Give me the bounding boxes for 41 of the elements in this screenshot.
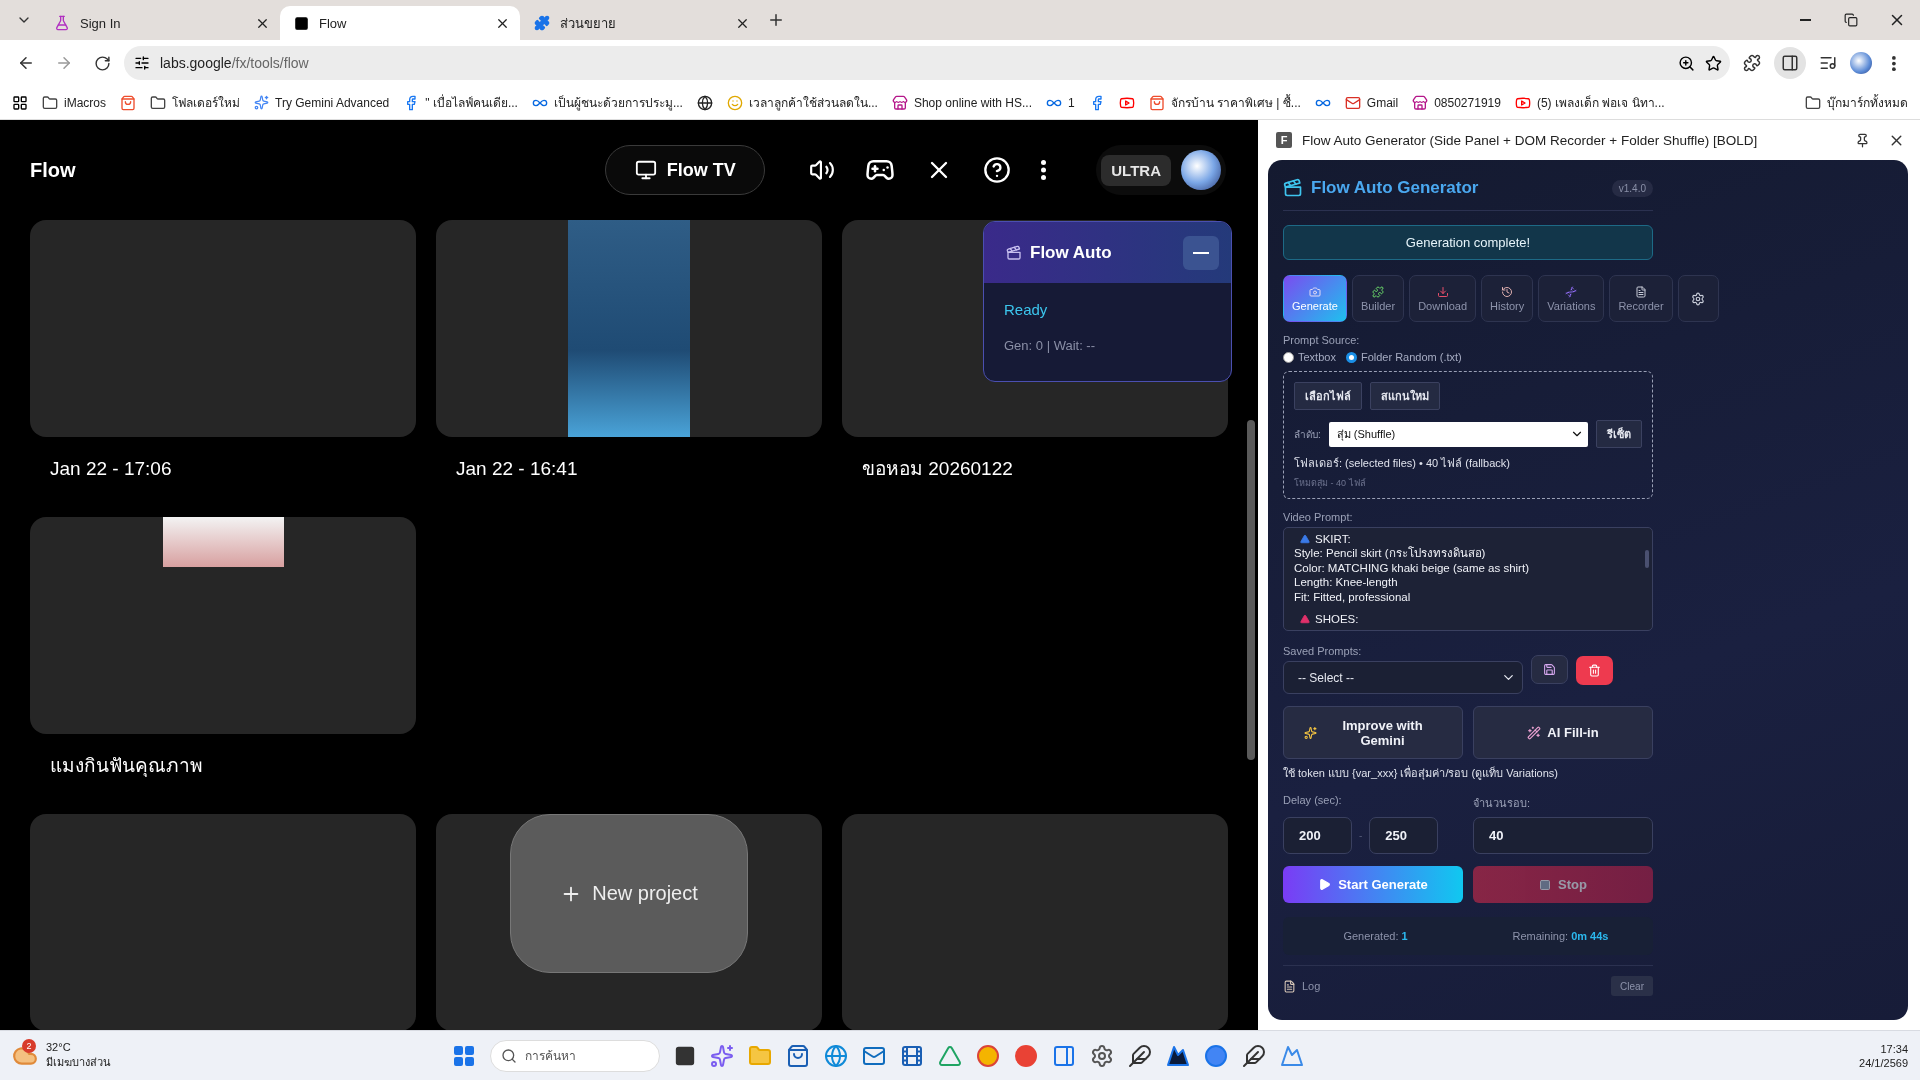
version-badge: v1.4.0 [1611, 179, 1653, 197]
prompt-line: SHOES: [1315, 612, 1359, 627]
stats-text: Gen: 0 | Wait: -- [1004, 338, 1097, 353]
plan-badge: ULTRA [1101, 154, 1171, 186]
folder-info: โฟลเดอร์: (selected files) • 40 ไฟล์ (fallback) [1294, 456, 1511, 471]
weather-condition: มีเมฆบางส่วน [46, 1054, 111, 1070]
field-label: จำนวนรอบ: [1473, 796, 1532, 811]
extension-icon: F [1276, 132, 1292, 148]
widget-title: Flow Auto [1030, 242, 1113, 263]
notification-badge: 2 [22, 1038, 36, 1053]
range-separator: - [1359, 830, 1363, 841]
flow-logo: Flow [30, 158, 76, 182]
hint-text: ใช้ token แบบ {var_xxx} เพื่อสุ่มค่า/รอบ (ดูแท็บ Variations) [1283, 764, 1559, 782]
project-title: Jan 22 - 16:41 [456, 458, 578, 479]
prompt-line: Length: Knee-length [1294, 575, 1398, 590]
field-label: Saved Prompts: [1283, 645, 1363, 657]
status-banner: Generation complete! [1283, 225, 1653, 260]
prompt-line: Style: Pencil skirt (กระโปรงทรงดินสอ) [1294, 546, 1486, 561]
prompt-line: SKIRT: [1315, 531, 1351, 546]
prompt-line: Fit: Fitted, professional [1294, 589, 1411, 604]
time: 17:34 [1880, 1042, 1908, 1055]
temperature: 32°C [46, 1040, 72, 1053]
mode-text: โหมดสุ่ม - 40 ไฟล์ [1294, 477, 1367, 490]
project-title: ขอหอม 20260122 [862, 458, 1013, 479]
field-label: Video Prompt: [1283, 511, 1354, 523]
stat-label: Remaining: [1512, 930, 1569, 942]
prompt-line: Color: MATCHING khaki beige (same as shirt) [1294, 560, 1529, 575]
url-text: labs.google/fx/tools/flow [160, 55, 310, 71]
side-panel-title: Flow Auto Generator (Side Panel + DOM Recorder + Folder Shuffle) [BOLD] [1302, 132, 1759, 148]
stat-value: 1 [1401, 930, 1408, 942]
log-label: Log [1302, 980, 1322, 992]
stat-label: Generated: [1343, 930, 1399, 942]
stat-value: 0m 44s [1571, 930, 1609, 942]
field-label: Prompt Source: [1283, 334, 1361, 346]
project-title: แมงกินฟันคุณภาพ [50, 755, 203, 776]
app-title: Flow Auto Generator [1311, 178, 1480, 198]
status-text: Ready [1004, 301, 1049, 318]
field-label: ลำดับ: [1294, 427, 1321, 442]
date: 24/1/2569 [1859, 1056, 1908, 1069]
field-label: Delay (sec): [1283, 794, 1343, 808]
project-title: Jan 22 - 17:06 [50, 458, 172, 479]
